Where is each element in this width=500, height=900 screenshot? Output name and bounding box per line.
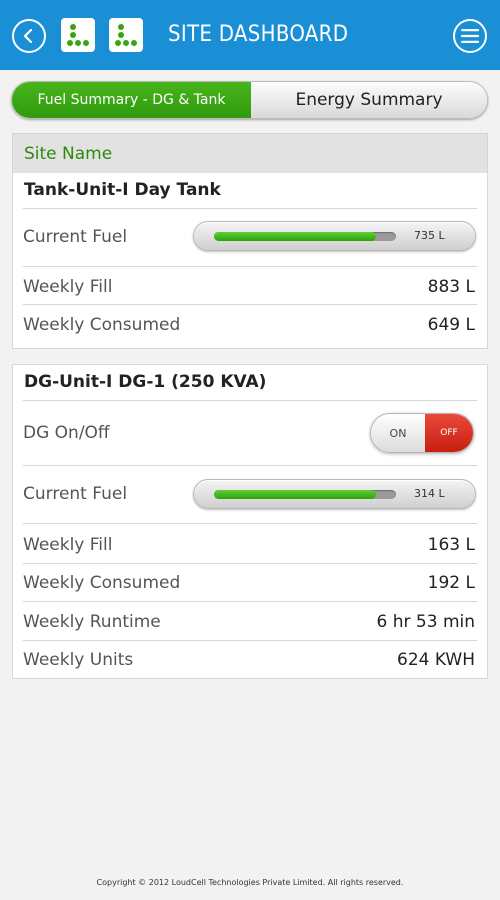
hamburger-menu-icon: [461, 29, 479, 43]
tank-fuel-gauge: 735 L: [193, 221, 476, 251]
dg-weekly-runtime-value: 6 hr 53 min: [376, 612, 475, 632]
site-name-header: Site Name: [12, 133, 488, 173]
divider: [23, 563, 477, 564]
tank-current-fuel-value: 735 L: [414, 229, 445, 242]
app-header: SITE DASHBOARD: [0, 0, 500, 70]
dg-weekly-fill-value: 163 L: [427, 535, 475, 555]
tank-weekly-consumed-label: Weekly Consumed: [23, 315, 181, 335]
site-name-label: Site Name: [24, 144, 113, 164]
tank-weekly-fill-label: Weekly Fill: [23, 277, 113, 297]
dg-weekly-runtime-label: Weekly Runtime: [23, 612, 161, 632]
summary-tabs: Fuel Summary - DG & Tank Energy Summary: [11, 81, 488, 119]
divider: [23, 601, 477, 602]
toggle-on-label: ON: [371, 414, 425, 452]
dg-weekly-consumed-label: Weekly Consumed: [23, 573, 181, 593]
dg-weekly-consumed-value: 192 L: [427, 573, 475, 593]
back-button[interactable]: [12, 19, 46, 53]
divider: [23, 266, 477, 267]
tank-weekly-fill-value: 883 L: [427, 277, 475, 297]
divider: [23, 400, 477, 401]
toggle-off-label: OFF: [425, 414, 473, 452]
dg-current-fuel-value: 314 L: [414, 487, 445, 500]
dg-weekly-fill-label: Weekly Fill: [23, 535, 113, 555]
tank-current-fuel-label: Current Fuel: [23, 227, 128, 247]
page-title: SITE DASHBOARD: [168, 22, 349, 47]
dg-weekly-units-value: 624 KWH: [397, 650, 475, 670]
divider: [23, 640, 477, 641]
divider: [23, 304, 477, 305]
tab-energy-summary[interactable]: Energy Summary: [251, 82, 487, 118]
divider: [23, 523, 477, 524]
dg-fuel-gauge-fill: [214, 490, 376, 499]
dg-onoff-toggle[interactable]: ON OFF: [370, 413, 474, 453]
dg-onoff-label: DG On/Off: [23, 423, 110, 443]
tank-card: Tank-Unit-I Day Tank Current Fuel 735 L …: [12, 173, 488, 349]
site-logo-icon[interactable]: [61, 18, 95, 52]
site-logo-icon[interactable]: [109, 18, 143, 52]
divider: [23, 208, 477, 209]
tab-fuel-summary[interactable]: Fuel Summary - DG & Tank: [12, 82, 251, 118]
copyright-footer: Copyright © 2012 LoudCell Technologies P…: [96, 878, 404, 887]
tank-fuel-gauge-fill: [214, 232, 376, 241]
tank-weekly-consumed-value: 649 L: [427, 315, 475, 335]
dg-fuel-gauge: 314 L: [193, 479, 476, 509]
tank-title: Tank-Unit-I Day Tank: [24, 180, 221, 200]
dg-current-fuel-label: Current Fuel: [23, 484, 128, 504]
divider: [23, 465, 477, 466]
dg-card: DG-Unit-I DG-1 (250 KVA) DG On/Off ON OF…: [12, 364, 488, 679]
dg-weekly-units-label: Weekly Units: [23, 650, 134, 670]
dg-title: DG-Unit-I DG-1 (250 KVA): [24, 372, 267, 392]
back-arrow-icon: [23, 28, 33, 44]
menu-button[interactable]: [453, 19, 487, 53]
